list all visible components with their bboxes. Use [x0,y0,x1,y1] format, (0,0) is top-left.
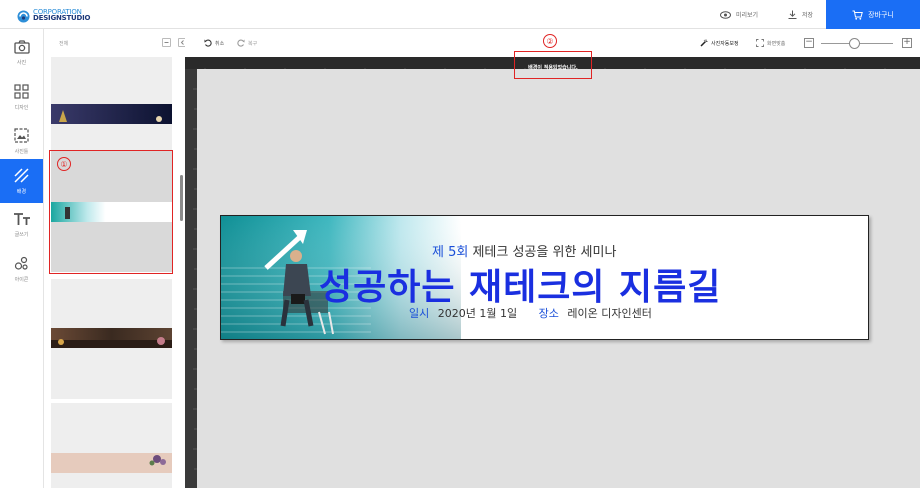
panel-header: 전체 [44,29,187,57]
date-value: 2020년 1월 1일 [437,307,518,320]
logo[interactable]: CORPORATION DESIGNSTUDIO [17,8,91,23]
nav-label: 사진 [16,60,27,66]
shapes-icon [14,256,28,270]
grid-icon [14,83,29,99]
background-thumb[interactable] [51,279,172,399]
auto-correct-button[interactable]: 사진자동보정 [700,39,739,47]
nav-label: 사진틀 [14,148,29,155]
redo-label: 복구 [248,40,258,47]
annotation-marker-1: ① [57,157,71,171]
save-button[interactable]: 저장 [788,0,813,29]
logo-mark-icon [17,8,30,23]
zoom-out-button[interactable]: − [804,38,814,48]
background-icon [14,167,29,183]
nav-item-text[interactable]: 글쓰기 [0,203,43,247]
cart-icon [852,10,863,20]
redo-icon [237,39,245,47]
save-label: 저장 [802,12,814,19]
banner-details: 일시 2020년 1월 1일 장소 레이온 디자인센터 [409,305,652,321]
panel-scrollbar[interactable] [180,175,183,221]
banner-title: 성공하는 재테크의 지름길 [319,267,722,308]
frame-icon [14,127,29,143]
fit-screen-label: 화면맞춤 [767,40,786,47]
date-label: 일시 [409,307,430,320]
banner-design[interactable]: 제 5회 제테크 성공을 위한 세미나 성공하는 재테크의 지름길 일시 202… [220,215,869,340]
place-value: 레이온 디자인센터 [567,307,652,320]
toast-highlight-box [514,51,592,79]
preview-button[interactable]: 미리보기 [720,0,758,29]
undo-icon [204,39,212,47]
place-label: 장소 [538,307,559,320]
nav-label: 배경 [16,188,27,195]
logo-line2: DESIGNSTUDIO [33,13,91,22]
background-thumb[interactable] [51,403,172,488]
nav-label: 디자인 [14,104,29,111]
preview-label: 미리보기 [736,12,759,19]
filter-label[interactable]: 전체 [59,40,68,47]
cart-label: 장바구니 [868,10,894,19]
ruler-left [185,69,197,488]
background-preview [51,104,172,124]
nav-label: 아이콘 [14,276,29,283]
nav-item-photo[interactable]: 사진 [0,31,43,75]
undo-label: 취소 [215,40,225,47]
nav-item-icons[interactable]: 아이콘 [0,247,43,291]
text-icon [13,213,30,225]
fit-screen-icon [756,39,764,47]
cart-button[interactable]: 장바구니 [826,0,920,29]
top-bar: CORPORATION DESIGNSTUDIO 미리보기 저장 장바구니 [0,0,920,29]
collapse-icon[interactable] [162,38,171,47]
camera-icon [13,40,30,54]
download-icon [788,10,797,19]
background-preview [51,328,172,348]
zoom-slider-handle[interactable] [849,38,860,49]
annotation-marker-2: ② [543,34,557,48]
zoom-in-button[interactable]: + [902,38,912,48]
magic-wand-icon [700,39,708,47]
redo-button[interactable]: 복구 [237,39,257,47]
undo-button[interactable]: 취소 [204,39,224,47]
nav-item-background[interactable]: 배경 [0,159,43,203]
left-nav: 사진 디자인 사진틀 배경 글쓰기 아이콘 [0,29,44,488]
background-preview [51,453,172,473]
nav-item-frame[interactable]: 사진틀 [0,119,43,163]
nav-label: 글쓰기 [14,232,29,238]
auto-correct-label: 사진자동보정 [711,40,739,47]
fit-screen-button[interactable]: 화면맞춤 [756,39,785,47]
nav-item-design[interactable]: 디자인 [0,75,43,119]
eye-icon [720,10,731,19]
